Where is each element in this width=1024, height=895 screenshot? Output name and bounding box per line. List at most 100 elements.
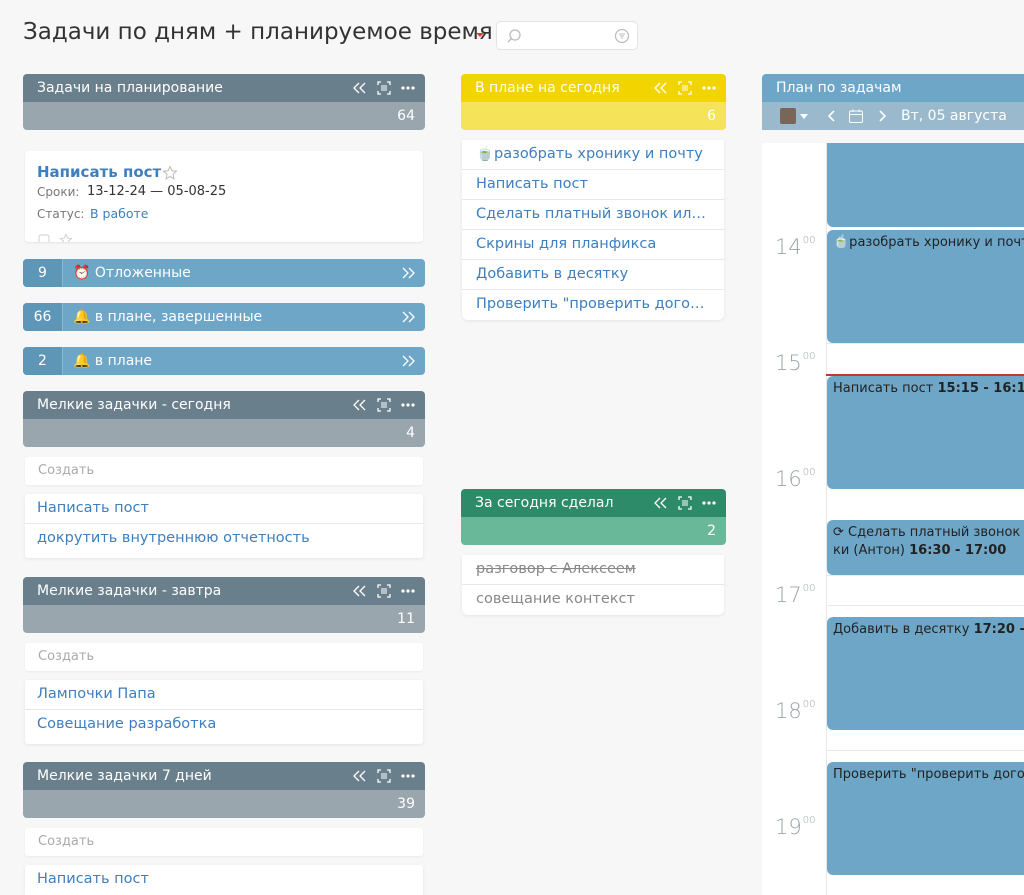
list-item[interactable]: Написать пост [25, 494, 423, 524]
search-icon [507, 29, 521, 43]
group-count: 9 [23, 259, 63, 287]
collapse-icon[interactable] [353, 82, 367, 94]
status-value[interactable]: В работе [90, 206, 148, 221]
collapse-icon[interactable] [353, 399, 367, 411]
group-label: ⏰ Отложенные [73, 259, 191, 287]
today-plan-count: 6 [461, 102, 726, 130]
bell-icon: 🔔 [73, 309, 91, 325]
list-item[interactable]: 🍵разобрать хронику и почту [462, 140, 724, 170]
day-calendar: 1400 1500 1600 1700 1800 1900 🍵разобрать… [762, 143, 1024, 895]
group-label-text: в плане, завершенные [94, 309, 263, 325]
search-input[interactable] [496, 21, 638, 50]
list-item[interactable]: разговор с Алексеем [462, 555, 724, 585]
list-item[interactable]: Скрины для планфикса [462, 230, 724, 260]
focus-icon[interactable] [377, 398, 391, 412]
calendar-icon[interactable] [848, 108, 864, 124]
done-today-header: За сегодня сделал [461, 489, 726, 517]
avatar[interactable] [780, 108, 796, 124]
small-tomorrow-title: Мелкие задачки - завтра [37, 583, 222, 599]
list-item[interactable]: Добавить в десятку [462, 260, 724, 290]
group-in-plan-done[interactable]: 66 🔔 в плане, завершенные [23, 303, 425, 331]
group-label: 🔔 в плане [73, 347, 152, 375]
small-tomorrow-header: Мелкие задачки - завтра [23, 577, 425, 605]
list-item[interactable]: Лампочки Папа [25, 680, 423, 710]
collapse-icon[interactable] [654, 497, 668, 509]
list-item[interactable]: Совещание разработка [25, 710, 423, 740]
group-label-text: в плане [94, 353, 153, 369]
today-plan-list: 🍵разобрать хронику и почту Написать пост… [462, 140, 724, 320]
star-icon[interactable] [162, 165, 178, 181]
hour-gridline [826, 605, 1024, 606]
task-plan-title: План по задачам [776, 80, 902, 96]
create-input[interactable]: Создать [25, 457, 423, 485]
collapse-icon[interactable] [353, 770, 367, 782]
more-icon[interactable] [401, 589, 415, 593]
today-plan-header: В плане на сегодня [461, 74, 726, 102]
hour-label: 1600 [775, 467, 816, 491]
list-item[interactable]: Написать пост [25, 865, 423, 895]
small-today-header: Мелкие задачки - сегодня [23, 391, 425, 419]
calendar-event[interactable]: Написать пост 15:15 - 16:15 [827, 376, 1024, 489]
current-date[interactable]: Вт, 05 августа [901, 102, 1007, 130]
planning-panel-count: 64 [23, 102, 425, 130]
title-dropdown-caret[interactable] [476, 33, 484, 37]
more-icon[interactable] [401, 403, 415, 407]
group-in-plan[interactable]: 2 🔔 в плане [23, 347, 425, 375]
group-label-text: Отложенные [94, 265, 191, 281]
hour-label: 1400 [775, 235, 816, 259]
next-day-icon[interactable] [878, 110, 886, 122]
list-item[interactable]: совещание контекст [462, 585, 724, 615]
hour-label: 1700 [775, 583, 816, 607]
small-week-list: Написать пост [25, 865, 423, 895]
small-tomorrow-list: Лампочки Папа Совещание разработка [25, 680, 423, 744]
group-count: 66 [23, 303, 63, 331]
alarm-clock-icon: ⏰ [73, 265, 91, 281]
task-card[interactable]: Написать пост Сроки: 13-12-24 — 05-08-25… [25, 151, 423, 242]
task-card-title[interactable]: Написать пост [37, 163, 161, 181]
expand-icon[interactable] [401, 311, 415, 323]
focus-icon[interactable] [678, 496, 692, 510]
prev-day-icon[interactable] [828, 110, 836, 122]
small-week-count: 39 [23, 790, 425, 818]
more-icon[interactable] [401, 86, 415, 90]
focus-icon[interactable] [678, 81, 692, 95]
small-week-title: Мелкие задачки 7 дней [37, 768, 212, 784]
create-input[interactable]: Создать [25, 643, 423, 671]
task-plan-toolbar: Вт, 05 августа [762, 102, 1024, 130]
focus-icon[interactable] [377, 769, 391, 783]
done-today-list: разговор с Алексеем совещание контекст [462, 555, 724, 615]
hour-label: 1500 [775, 351, 816, 375]
more-icon[interactable] [401, 774, 415, 778]
more-icon[interactable] [702, 86, 716, 90]
page-title: Задачи по дням + планируемое время [23, 19, 493, 45]
more-icon[interactable] [702, 501, 716, 505]
calendar-event[interactable]: Проверить "проверить догово [827, 762, 1024, 875]
group-postponed[interactable]: 9 ⏰ Отложенные [23, 259, 425, 287]
collapse-icon[interactable] [654, 82, 668, 94]
list-item[interactable]: Сделать платный звонок или с... [462, 200, 724, 230]
expand-icon[interactable] [401, 267, 415, 279]
filter-icon[interactable] [614, 28, 630, 44]
chevron-down-icon[interactable] [800, 114, 808, 119]
list-item[interactable]: Написать пост [462, 170, 724, 200]
focus-icon[interactable] [377, 584, 391, 598]
calendar-event[interactable]: ⟳ Сделать платный звонок или ки (Антон) … [827, 520, 1024, 575]
expand-icon[interactable] [401, 355, 415, 367]
calendar-event[interactable] [827, 143, 1024, 227]
hour-label: 1800 [775, 699, 816, 723]
calendar-event[interactable]: 🍵разобрать хронику и почту [827, 230, 1024, 343]
focus-icon[interactable] [377, 81, 391, 95]
done-today-title: За сегодня сделал [475, 495, 614, 511]
calendar-event[interactable]: Добавить в десятку 17:20 - 18 [827, 617, 1024, 730]
planning-panel-header: Задачи на планирование [23, 74, 425, 102]
collapse-icon[interactable] [353, 585, 367, 597]
hour-gridline [826, 750, 1024, 751]
create-input[interactable]: Создать [25, 828, 423, 856]
done-today-count: 2 [461, 517, 726, 545]
checklist-icon [38, 234, 50, 242]
dates-value: 13-12-24 — 05-08-25 [87, 184, 227, 199]
list-item[interactable]: Проверить "проверить догово... [462, 290, 724, 320]
hour-gridline [826, 575, 1024, 576]
repeat-icon: ⟳ [833, 525, 849, 540]
list-item[interactable]: докрутить внутреннюю отчетность [25, 524, 423, 554]
